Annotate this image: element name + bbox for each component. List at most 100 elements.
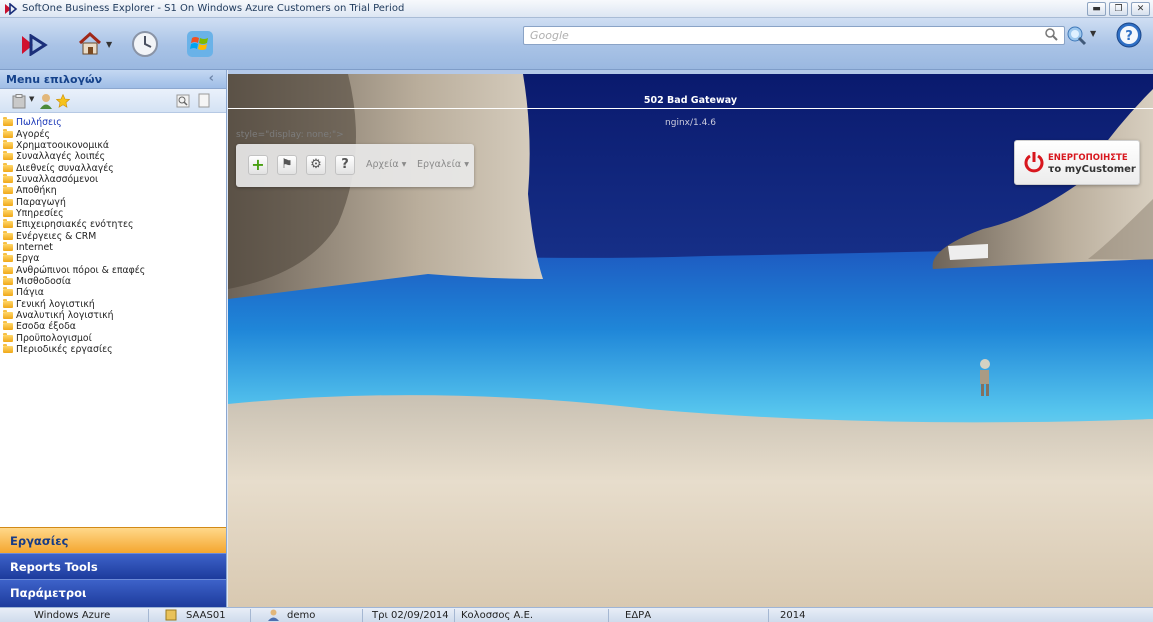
close-button[interactable]: ✕ [1131,2,1150,16]
sidebar-item-periodic-jobs[interactable]: Περιοδικές εργασίες [3,344,226,355]
windows-icon[interactable] [186,30,214,58]
user-icon[interactable] [39,93,53,109]
folder-icon [3,117,13,127]
status-separator [250,609,251,622]
folder-icon [3,196,13,206]
chevron-down-icon[interactable]: ▼ [1090,29,1096,38]
main-content: 502 Bad Gateway nginx/1.4.6 style="displ… [228,70,1153,607]
folder-icon [3,344,13,354]
sidebar-header: Menu επιλογών ‹ [0,70,226,89]
server-icon [165,609,177,621]
chevron-down-icon: ▾ [464,159,469,170]
folder-icon [3,151,13,161]
status-branch: ΕΔΡΑ [625,610,652,621]
maximize-button[interactable]: ❐ [1109,2,1128,16]
folder-icon [3,264,13,274]
sidebar-item-warehouse[interactable]: Αποθήκη [3,185,226,196]
error-title: 502 Bad Gateway [228,92,1153,109]
window-titlebar: SoftOne Business Explorer - S1 On Window… [0,0,1153,18]
home-icon[interactable] [77,31,105,57]
sidebar-item-analytical-accounting[interactable]: Αναλυτική λογιστική [3,310,226,321]
folder-icon [3,162,13,172]
floating-toolbar: + ⚑ ⚙ ? Αρχεία ▾ Εργαλεία ▾ [236,144,474,187]
status-user: demo [287,610,316,621]
tools-menu[interactable]: Εργαλεία ▾ [417,159,469,170]
folder-icon [3,241,13,251]
sidebar-item-business-units[interactable]: Επιχειρησιακές ενότητες [3,219,226,230]
folder-icon [3,128,13,138]
folder-icon [3,219,13,229]
search-icon[interactable] [176,94,190,108]
sidebar-item-fixed-assets[interactable]: Πάγια [3,287,226,298]
sidebar-item-traders[interactable]: Συναλλασσόμενοι [3,173,226,185]
status-separator [362,609,363,622]
folder-icon [3,173,13,183]
folder-icon [3,230,13,240]
window-title: SoftOne Business Explorer - S1 On Window… [22,3,405,14]
flag-icon[interactable]: ⚑ [277,155,297,175]
sidebar-item-finance[interactable]: Χρηματοοικονομικά [3,139,226,151]
minimize-button[interactable]: ▬ [1087,2,1106,16]
folder-icon [3,287,13,297]
menu-list: Πωλήσεις Αγορές Χρηματοοικονομικά Συναλλ… [0,113,226,355]
web-search-icon[interactable] [1066,25,1088,47]
activate-mycustomer-button[interactable]: ΕΝΕΡΓΟΠΟΙΗΣΤΕ το myCustomer [1014,140,1140,185]
sidebar-toolbar: ▼ [0,89,226,113]
clock-icon[interactable] [131,30,159,58]
folder-icon [3,275,13,285]
status-separator [454,609,455,622]
sidebar-item-general-ledger[interactable]: Γενική λογιστική [3,298,226,310]
sidebar-item-purchases[interactable]: Αγορές [3,128,226,140]
folder-icon [3,139,13,149]
power-icon [1024,152,1044,173]
activate-label-line1: ΕΝΕΡΓΟΠΟΙΗΣΤΕ [1048,153,1128,163]
sidebar-section-parameters[interactable]: Παράμετροι [0,579,226,607]
status-separator [768,609,769,622]
sidebar-item-income-expenses[interactable]: Εσοδα έξοδα [3,321,226,332]
chevron-down-icon[interactable]: ▼ [29,95,34,103]
activate-label-line2: το myCustomer [1048,164,1136,175]
help-icon[interactable]: ? [335,155,355,175]
search-icon[interactable] [1045,28,1058,41]
folder-icon [3,298,13,308]
folder-icon [3,321,13,331]
help-icon[interactable]: ? [1116,22,1142,48]
sidebar-title: Menu επιλογών [6,73,103,86]
gear-icon[interactable]: ⚙ [306,155,326,175]
clipboard-icon[interactable] [12,94,26,109]
add-icon[interactable]: + [248,155,268,175]
sidebar-item-crm[interactable]: Ενέργειες & CRM [3,230,226,242]
folder-icon [3,253,13,263]
sidebar-item-sales[interactable]: Πωλήσεις [3,117,226,128]
user-icon [268,609,279,621]
status-year: 2014 [780,610,806,621]
folder-icon [3,332,13,342]
softone-logo-icon [5,3,18,15]
document-icon[interactable] [198,93,210,108]
sidebar-item-services[interactable]: Υπηρεσίες [3,207,226,219]
sidebar-item-payroll[interactable]: Μισθοδοσία [3,275,226,287]
status-server: SAAS01 [186,610,226,621]
star-icon[interactable] [56,94,70,108]
sidebar-item-production[interactable]: Παραγωγή [3,196,226,208]
error-subtitle: nginx/1.4.6 [665,118,716,128]
collapse-icon[interactable]: ‹ [209,71,214,86]
search-input[interactable]: Google [523,26,1065,45]
files-menu[interactable]: Αρχεία ▾ [366,159,406,170]
status-separator [608,609,609,622]
softone-logo-icon[interactable] [20,34,48,56]
sidebar-item-international[interactable]: Διεθνείς συναλλαγές [3,162,226,174]
sidebar-item-projects[interactable]: Εργα [3,253,226,264]
sidebar-item-internet[interactable]: Internet [3,241,226,253]
chevron-down-icon[interactable]: ▼ [106,40,112,49]
status-bar: Windows Azure SAAS01 demo Τρι 02/09/2014… [0,607,1153,622]
status-date: Τρι 02/09/2014 [372,610,449,621]
sidebar-item-other-transactions[interactable]: Συναλλαγές λοιπές [3,151,226,162]
sidebar-section-jobs[interactable]: Εργασίες [0,527,226,553]
sidebar-item-budgets[interactable]: Προϋπολογισμοί [3,332,226,344]
status-separator [148,609,149,622]
status-company: Κολοσσος Α.Ε. [461,610,534,621]
folder-icon [3,207,13,217]
sidebar-item-hr[interactable]: Ανθρώπινοι πόροι & επαφές [3,264,226,276]
sidebar-section-reports-tools[interactable]: Reports Tools [0,553,226,579]
